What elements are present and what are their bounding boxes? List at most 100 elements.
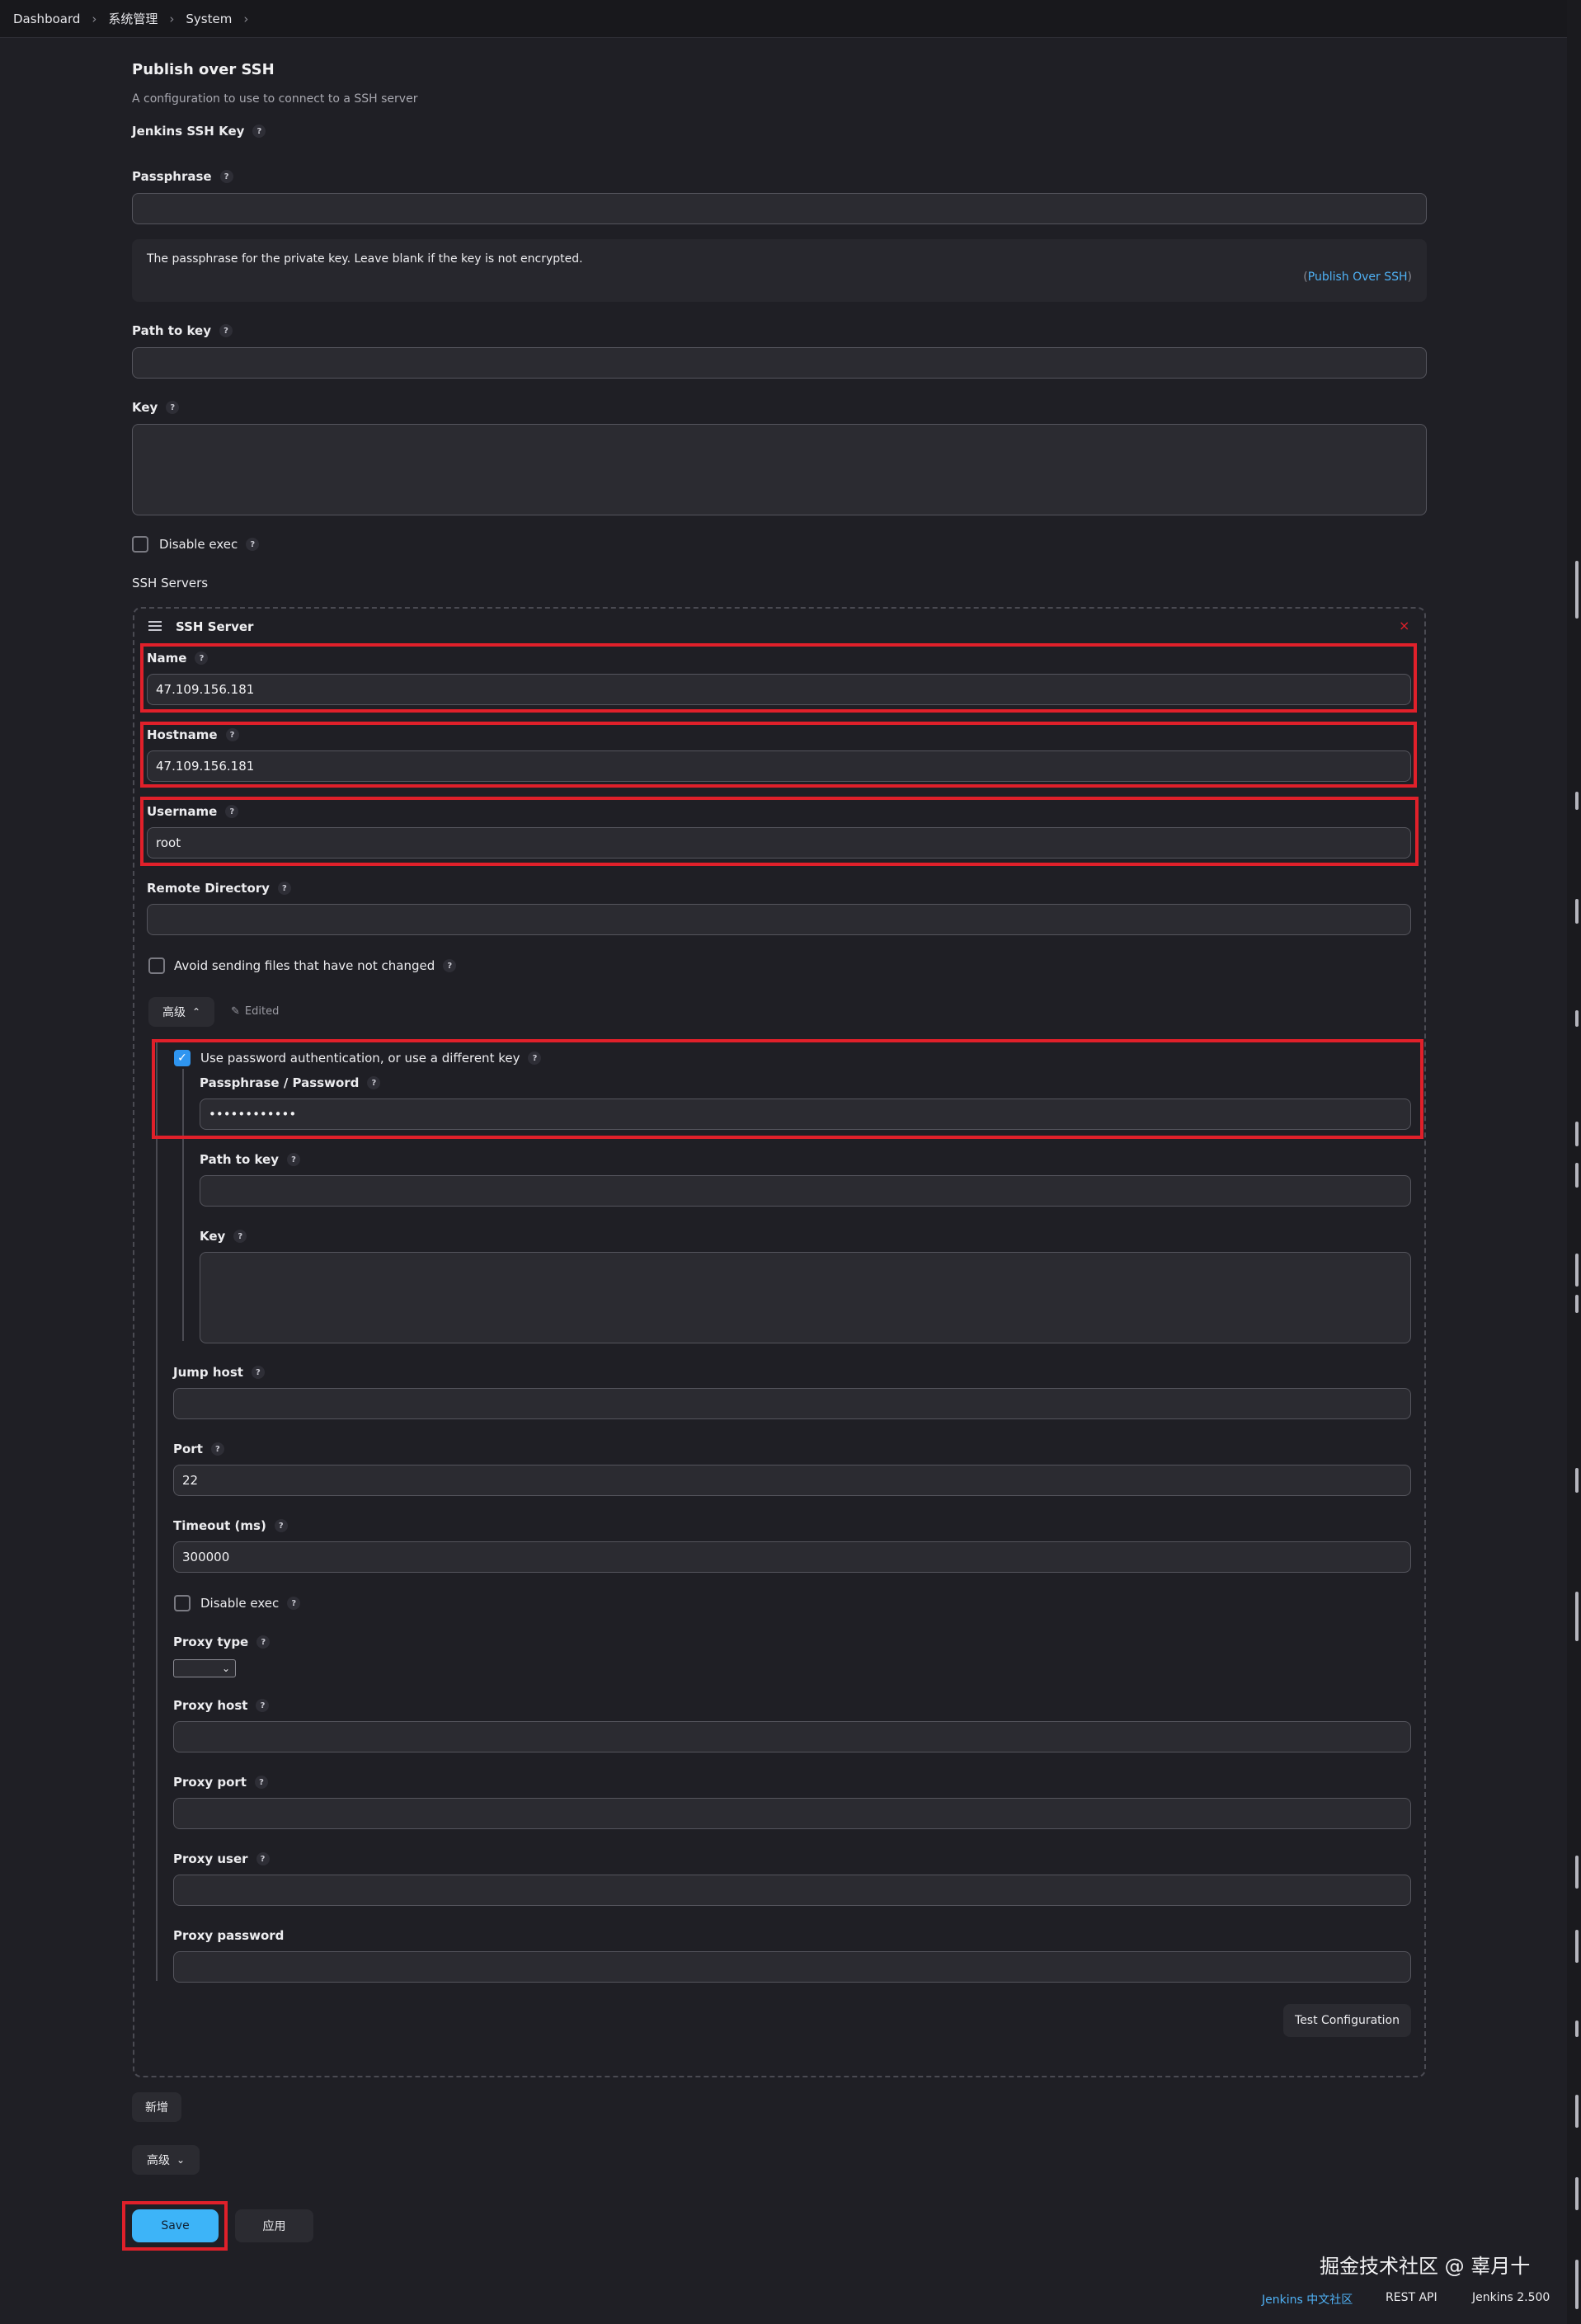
- help-icon[interactable]: ?: [219, 324, 233, 337]
- help-icon[interactable]: ?: [367, 1076, 381, 1089]
- proxy-user-input[interactable]: [173, 1875, 1411, 1906]
- server-disable-exec-checkbox[interactable]: [174, 1595, 191, 1611]
- community-link[interactable]: Jenkins 中文社区: [1262, 2291, 1353, 2308]
- proxy-password-input[interactable]: [173, 1951, 1411, 1983]
- hostname-input[interactable]: 47.109.156.181: [147, 750, 1411, 782]
- server-path-to-key-text: Path to key: [200, 1152, 280, 1167]
- disable-exec-text: Disable exec: [159, 537, 238, 552]
- server-path-to-key-input[interactable]: [200, 1175, 1411, 1207]
- help-icon[interactable]: ?: [287, 1153, 301, 1166]
- scroll-marker: [1575, 1122, 1579, 1146]
- help-icon[interactable]: ?: [256, 1635, 271, 1649]
- hostname-text: Hostname: [147, 727, 218, 742]
- apply-button[interactable]: 应用: [235, 2209, 313, 2242]
- remote-directory-text: Remote Directory: [147, 881, 270, 896]
- proxy-type-select[interactable]: ⌄: [173, 1659, 236, 1677]
- proxy-host-input[interactable]: [173, 1721, 1411, 1752]
- chevron-right-icon: ›: [92, 11, 97, 26]
- scroll-marker: [1575, 1254, 1579, 1287]
- rest-api-link[interactable]: REST API: [1386, 2291, 1437, 2304]
- help-icon[interactable]: ?: [254, 1776, 268, 1789]
- remote-directory-input[interactable]: [147, 904, 1411, 935]
- use-password-checkbox[interactable]: ✓: [174, 1050, 191, 1066]
- help-icon[interactable]: ?: [528, 1051, 542, 1065]
- add-server-button[interactable]: 新增: [132, 2092, 181, 2122]
- passphrase-password-label: Passphrase / Password ?: [200, 1075, 381, 1090]
- key-textarea[interactable]: [132, 424, 1427, 515]
- publish-over-ssh-link[interactable]: Publish Over SSH: [1308, 271, 1408, 284]
- breadcrumb-dashboard[interactable]: Dashboard: [13, 12, 80, 26]
- use-password-label: Use password authentication, or use a di…: [200, 1051, 542, 1066]
- help-icon[interactable]: ?: [225, 728, 239, 741]
- key-text: Key: [132, 400, 158, 415]
- proxy-port-input[interactable]: [173, 1798, 1411, 1829]
- advanced-toggle-button[interactable]: 高级 ⌃: [148, 997, 214, 1027]
- use-password-text: Use password authentication, or use a di…: [200, 1051, 520, 1066]
- help-icon[interactable]: ?: [277, 882, 291, 895]
- help-icon[interactable]: ?: [246, 538, 260, 551]
- proxy-user-label: Proxy user ?: [173, 1851, 270, 1866]
- scroll-marker: [1575, 1163, 1579, 1188]
- help-info-source: (Publish Over SSH): [1303, 271, 1412, 284]
- scroll-marker: [1575, 899, 1579, 924]
- name-input[interactable]: 47.109.156.181: [147, 674, 1411, 705]
- save-button[interactable]: Save: [132, 2209, 219, 2242]
- chevron-down-icon: ⌄: [221, 1663, 230, 1674]
- scroll-marker: [1575, 792, 1579, 810]
- help-icon[interactable]: ?: [274, 1519, 288, 1532]
- passphrase-input[interactable]: [132, 193, 1427, 224]
- test-configuration-button[interactable]: Test Configuration: [1283, 2004, 1411, 2037]
- help-icon[interactable]: ?: [233, 1230, 247, 1243]
- proxy-port-label: Proxy port ?: [173, 1775, 268, 1790]
- proxy-host-text: Proxy host: [173, 1698, 248, 1713]
- help-icon[interactable]: ?: [256, 1852, 270, 1865]
- timeout-input[interactable]: 300000: [173, 1541, 1411, 1573]
- disable-exec-checkbox[interactable]: [132, 536, 148, 553]
- help-icon[interactable]: ?: [166, 401, 180, 414]
- advanced-button[interactable]: 高级 ⌄: [132, 2145, 200, 2175]
- server-disable-exec-label: Disable exec ?: [200, 1596, 301, 1611]
- scroll-marker: [1575, 1856, 1579, 1889]
- help-icon[interactable]: ?: [195, 652, 209, 665]
- timeout-label: Timeout (ms) ?: [173, 1518, 288, 1533]
- jenkins-ssh-key-text: Jenkins SSH Key: [132, 124, 245, 139]
- close-icon[interactable]: ×: [1399, 618, 1409, 633]
- pencil-icon: ✎: [231, 1005, 240, 1018]
- help-icon[interactable]: ?: [256, 1699, 270, 1712]
- jump-host-text: Jump host: [173, 1365, 243, 1380]
- scrollbar-thumb[interactable]: [1575, 561, 1579, 619]
- breadcrumb-system[interactable]: System: [186, 12, 232, 26]
- jenkins-version[interactable]: Jenkins 2.500: [1472, 2291, 1550, 2304]
- help-icon[interactable]: ?: [210, 1442, 224, 1456]
- server-key-label: Key ?: [200, 1229, 247, 1244]
- help-icon[interactable]: ?: [225, 805, 239, 818]
- avoid-sending-checkbox[interactable]: [148, 957, 165, 974]
- jump-host-input[interactable]: [173, 1388, 1411, 1419]
- proxy-user-text: Proxy user: [173, 1851, 248, 1866]
- username-text: Username: [147, 804, 218, 819]
- drag-handle-icon[interactable]: [148, 621, 162, 631]
- ssh-server-header: SSH Server: [176, 619, 254, 634]
- passphrase-text: Passphrase: [132, 169, 212, 184]
- jenkins-ssh-key-label: Jenkins SSH Key ?: [132, 124, 266, 139]
- watermark: 掘金技术社区 @ 辜月十: [1320, 2255, 1531, 2278]
- help-icon[interactable]: ?: [287, 1597, 301, 1610]
- help-icon[interactable]: ?: [251, 1366, 265, 1379]
- avoid-sending-label: Avoid sending files that have not change…: [174, 958, 457, 973]
- remote-directory-label: Remote Directory ?: [147, 881, 291, 896]
- port-input[interactable]: 22: [173, 1465, 1411, 1496]
- path-to-key-input[interactable]: [132, 347, 1427, 379]
- scrollbar[interactable]: [1567, 0, 1581, 2324]
- passphrase-password-input[interactable]: ••••••••••••: [200, 1098, 1411, 1130]
- help-icon[interactable]: ?: [443, 959, 457, 972]
- path-to-key-text: Path to key: [132, 323, 212, 338]
- breadcrumb-system-manage[interactable]: 系统管理: [108, 10, 158, 27]
- proxy-host-label: Proxy host ?: [173, 1698, 270, 1713]
- edited-indicator: ✎ Edited: [231, 1005, 279, 1018]
- passphrase-label: Passphrase ?: [132, 169, 233, 184]
- help-icon[interactable]: ?: [219, 170, 233, 183]
- help-icon[interactable]: ?: [252, 125, 266, 138]
- scroll-marker: [1575, 1592, 1579, 1641]
- server-key-textarea[interactable]: [200, 1252, 1411, 1343]
- username-input[interactable]: root: [147, 827, 1411, 859]
